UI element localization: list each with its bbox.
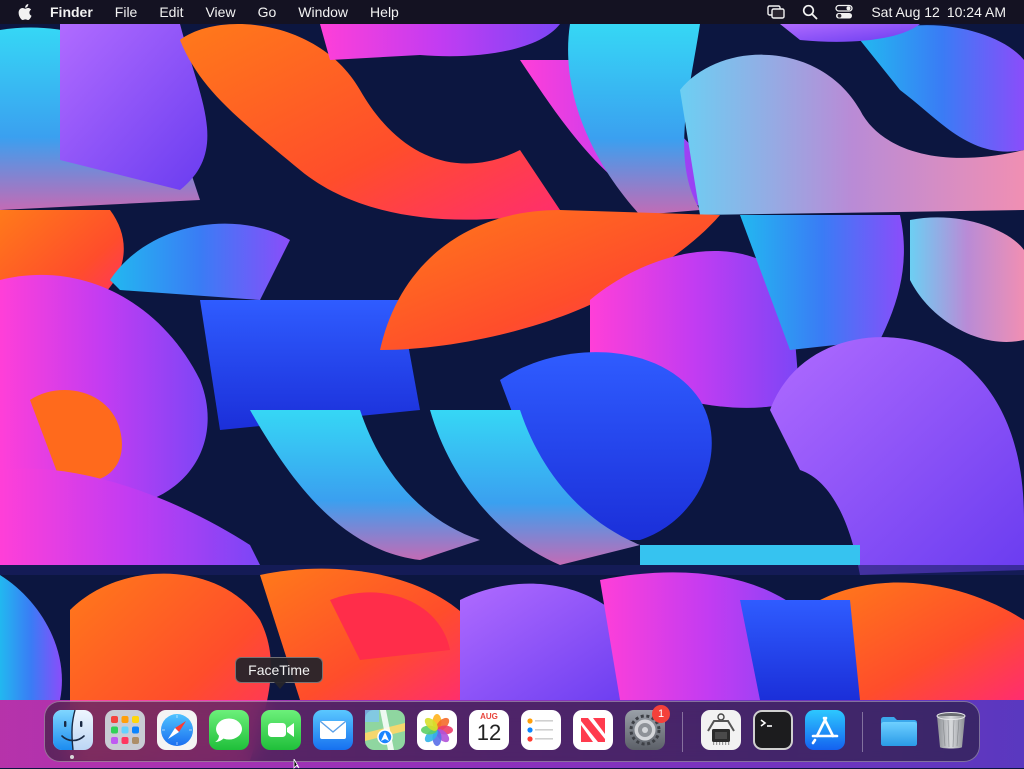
dock-item-messages[interactable] xyxy=(208,709,250,751)
dock-divider xyxy=(862,712,863,752)
facetime-icon xyxy=(261,710,301,750)
dock-item-system-settings[interactable]: 1 xyxy=(624,705,670,751)
maps-icon xyxy=(365,710,405,750)
spotlight-search-icon[interactable] xyxy=(801,4,819,20)
dock-divider xyxy=(682,712,683,752)
dock-item-trash[interactable] xyxy=(930,709,972,751)
safari-icon xyxy=(157,710,197,750)
menu-edit[interactable]: Edit xyxy=(148,0,194,24)
mail-icon xyxy=(313,710,353,750)
dock-item-maps[interactable] xyxy=(364,709,406,751)
menu-bar: Finder File Edit View Go Window Help Sat… xyxy=(0,0,1024,24)
calendar-day: 12 xyxy=(476,720,502,745)
dock-item-terminal[interactable] xyxy=(752,709,794,751)
system-information-icon xyxy=(701,710,741,750)
trash-icon xyxy=(936,712,966,749)
launchpad-icon xyxy=(105,710,145,750)
desktop-wallpaper xyxy=(0,0,1024,768)
clock-date: Sat Aug 12 xyxy=(871,4,940,20)
dock-item-photos[interactable] xyxy=(416,709,458,751)
menu-help[interactable]: Help xyxy=(359,0,410,24)
dock-item-safari[interactable] xyxy=(156,709,198,751)
folder-icon xyxy=(881,717,917,746)
clock-time: 10:24 AM xyxy=(946,4,1006,20)
menu-go[interactable]: Go xyxy=(247,0,288,24)
tooltip-text: FaceTime xyxy=(248,662,310,678)
dock-item-news[interactable] xyxy=(572,709,614,751)
messages-icon xyxy=(209,710,249,750)
control-center-icon[interactable] xyxy=(835,4,853,20)
tooltip-arrow xyxy=(274,682,286,689)
menu-file[interactable]: File xyxy=(104,0,149,24)
dock-item-finder[interactable] xyxy=(52,709,94,751)
dock-item-calendar[interactable]: AUG 12 xyxy=(468,709,510,751)
dock-item-reminders[interactable] xyxy=(520,709,562,751)
app-store-icon xyxy=(805,710,845,750)
dock-tooltip: FaceTime xyxy=(235,657,323,689)
terminal-icon xyxy=(753,710,793,750)
finder-running-indicator xyxy=(70,755,74,759)
apple-menu-icon[interactable] xyxy=(18,3,36,21)
photos-icon xyxy=(417,710,457,750)
dock-item-launchpad[interactable] xyxy=(104,709,146,751)
dock-item-system-information[interactable] xyxy=(700,709,742,751)
dock-item-facetime[interactable] xyxy=(260,709,302,751)
menu-bar-clock[interactable]: Sat Aug 12 10:24 AM xyxy=(871,4,1006,20)
finder-icon xyxy=(53,709,93,751)
dock-item-mail[interactable] xyxy=(312,709,354,751)
dock: AUG 12 1 xyxy=(44,701,980,762)
menu-window[interactable]: Window xyxy=(287,0,359,24)
dock-item-downloads[interactable] xyxy=(878,709,920,751)
screen-mirroring-icon[interactable] xyxy=(767,4,786,20)
dock-item-app-store[interactable] xyxy=(804,709,846,751)
news-icon xyxy=(573,710,613,750)
notification-badge: 1 xyxy=(652,705,670,723)
menu-app-name[interactable]: Finder xyxy=(50,0,104,24)
menu-view[interactable]: View xyxy=(194,0,246,24)
reminders-icon xyxy=(521,710,561,750)
